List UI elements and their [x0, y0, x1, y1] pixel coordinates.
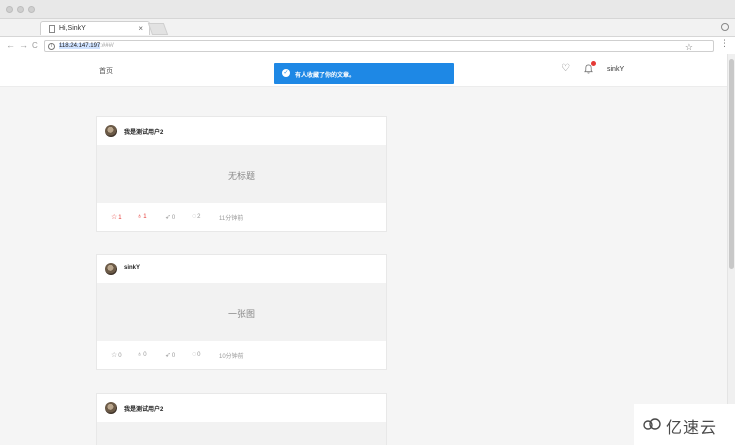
address-bar[interactable]: i 118.24.147.197:###/ ☆ — [44, 40, 714, 52]
post-cover[interactable] — [97, 422, 386, 445]
info-icon[interactable]: i — [48, 43, 55, 50]
post-card[interactable]: 我是测试用户2 无标题 ☆1 ♁1 ➶0 ◌2 11分钟前 — [96, 116, 387, 232]
tab-close-icon[interactable]: × — [138, 24, 143, 33]
scrollbar-thumb[interactable] — [729, 59, 734, 269]
avatar[interactable] — [105, 125, 117, 137]
post-author[interactable]: 我是测试用户2 — [124, 127, 163, 136]
star-count: 1 — [118, 215, 122, 221]
page-scrollbar[interactable] — [727, 54, 735, 445]
post-time: 11分钟前 — [219, 216, 244, 222]
post-time: 10分钟前 — [219, 354, 244, 360]
back-icon[interactable]: ← — [6, 40, 15, 50]
new-tab-button[interactable] — [147, 23, 169, 35]
post-title[interactable]: 无标题 — [97, 169, 386, 182]
url-host: 118.24.147.197 — [59, 43, 101, 49]
share-button[interactable]: ➶0 — [165, 351, 175, 359]
like-count: 0 — [143, 352, 147, 358]
post-cover[interactable]: 一张图 — [97, 283, 386, 341]
post-card[interactable]: sinkY 一张图 ☆0 ♁0 ➶0 ◌0 10分钟前 — [96, 254, 387, 370]
avatar[interactable] — [105, 263, 117, 275]
post-card[interactable]: 我是测试用户2 — [96, 393, 387, 445]
notification-badge — [591, 61, 596, 66]
thumbs-up-icon: ♁ — [137, 213, 143, 220]
watermark-text: 亿速云 — [666, 420, 718, 437]
share-button[interactable]: ➶0 — [165, 213, 175, 221]
page-icon — [49, 25, 55, 33]
like-button[interactable]: ♁1 — [137, 213, 147, 220]
like-count: 1 — [143, 214, 147, 220]
extension-icon[interactable] — [721, 23, 729, 31]
send-icon: ➶ — [165, 214, 171, 221]
send-icon: ➶ — [165, 352, 171, 359]
nav-home-link[interactable]: 首页 — [99, 66, 113, 76]
comment-button[interactable]: ◌0 — [192, 351, 201, 358]
window-maximize-button[interactable] — [28, 6, 35, 13]
tab-title: Hi,SinkY — [59, 25, 86, 32]
comment-icon: ◌ — [192, 351, 197, 358]
comment-button[interactable]: ◌2 — [192, 213, 201, 220]
window-minimize-button[interactable] — [17, 6, 24, 13]
url-port: :###/ — [100, 43, 114, 49]
site-header: 首页 ✓ 有人收藏了你的文章。 ♡ sinkY — [0, 54, 727, 87]
toast-message: 有人收藏了你的文章。 — [295, 73, 356, 79]
share-count: 0 — [171, 353, 176, 359]
star-button[interactable]: ☆0 — [111, 351, 122, 359]
notification-toast: ✓ 有人收藏了你的文章。 — [274, 63, 454, 84]
favorites-heart-icon[interactable]: ♡ — [561, 63, 570, 74]
star-count: 0 — [118, 353, 122, 359]
browser-titlebar — [0, 0, 735, 19]
post-author[interactable]: 我是测试用户2 — [124, 404, 163, 413]
post-header: sinkY — [97, 255, 386, 283]
browser-tab[interactable]: Hi,SinkY × — [40, 21, 150, 35]
toolbar: ← → C i 118.24.147.197:###/ ☆ ⋮ — [0, 36, 735, 54]
thumbs-up-icon: ♁ — [137, 351, 143, 358]
url-text[interactable]: 118.24.147.197:###/ — [59, 43, 114, 49]
share-count: 0 — [171, 215, 176, 221]
post-header: 我是测试用户2 — [97, 394, 386, 422]
comment-icon: ◌ — [192, 213, 197, 220]
forward-icon[interactable]: → — [19, 40, 28, 50]
star-button[interactable]: ☆1 — [111, 213, 122, 221]
check-circle-icon: ✓ — [282, 69, 290, 77]
like-button[interactable]: ♁0 — [137, 351, 147, 358]
post-cover[interactable]: 无标题 — [97, 145, 386, 203]
post-title[interactable]: 一张图 — [97, 307, 386, 320]
post-actions: ☆0 ♁0 ➶0 ◌0 10分钟前 — [97, 341, 386, 369]
post-author[interactable]: sinkY — [124, 265, 140, 271]
comment-count: 0 — [197, 352, 201, 358]
browser-menu-icon[interactable]: ⋮ — [720, 38, 729, 49]
user-menu[interactable]: sinkY — [607, 66, 624, 73]
post-actions: ☆1 ♁1 ➶0 ◌2 11分钟前 — [97, 203, 386, 231]
avatar[interactable] — [105, 402, 117, 414]
window-close-button[interactable] — [6, 6, 13, 13]
cloud-logo-icon — [643, 418, 661, 430]
star-icon: ☆ — [111, 352, 118, 359]
bookmark-star-icon[interactable]: ☆ — [685, 42, 693, 53]
watermark: 亿速云 — [634, 404, 735, 445]
browser-chrome: Hi,SinkY × ← → C i 118.24.147.197:###/ ☆… — [0, 0, 735, 54]
comment-count: 2 — [197, 214, 201, 220]
star-icon: ☆ — [111, 214, 118, 221]
reload-icon[interactable]: C — [32, 41, 38, 50]
post-header: 我是测试用户2 — [97, 117, 386, 145]
